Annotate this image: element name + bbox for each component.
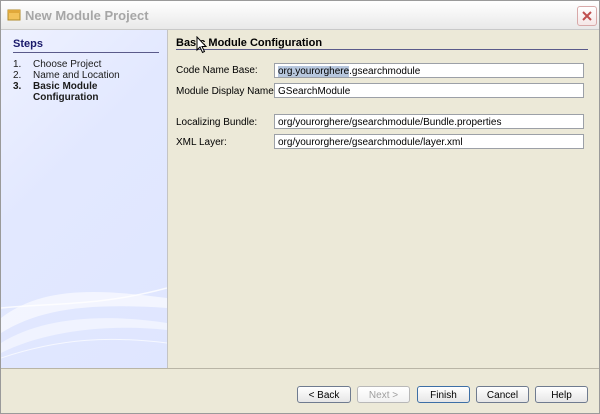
module-display-name-input[interactable]: GSearchModule: [274, 83, 584, 98]
localizing-bundle-input[interactable]: org/yourorghere/gsearchmodule/Bundle.pro…: [274, 114, 584, 129]
content-panel: Basic Module Configuration Code Name Bas…: [168, 30, 599, 368]
finish-button[interactable]: Finish: [417, 386, 470, 403]
code-name-base-label: Code Name Base:: [176, 65, 258, 76]
help-button[interactable]: Help: [535, 386, 588, 403]
mouse-pointer-icon: [196, 36, 208, 54]
steps-pane: Steps 1. Choose Project 2. Name and Locati…: [1, 30, 168, 368]
decorative-swoosh-graphic: [1, 287, 167, 359]
step-item-basic-config-line2: Configuration: [33, 92, 99, 103]
title-bar[interactable]: New Module Project: [1, 1, 599, 30]
localizing-bundle-label: Localizing Bundle:: [176, 117, 258, 128]
panel-divider: [176, 49, 588, 50]
step-item-basic-config: 3. Basic Module: [13, 81, 98, 92]
step-item-name-location: 2. Name and Location: [13, 70, 120, 81]
close-button[interactable]: [577, 6, 597, 26]
app-icon: [7, 9, 21, 21]
back-button[interactable]: < Back: [297, 386, 351, 403]
cancel-button[interactable]: Cancel: [476, 386, 529, 403]
next-button[interactable]: Next >: [357, 386, 410, 403]
step-item-choose-project: 1. Choose Project: [13, 59, 102, 70]
window-title: New Module Project: [25, 8, 149, 23]
code-name-base-input[interactable]: org.yourorghere.gsearchmodule: [274, 63, 584, 78]
steps-divider: [13, 52, 159, 53]
xml-layer-label: XML Layer:: [176, 137, 227, 148]
xml-layer-input[interactable]: org/yourorghere/gsearchmodule/layer.xml: [274, 134, 584, 149]
module-display-name-label: Module Display Name:: [176, 86, 277, 97]
steps-title: Steps: [13, 38, 43, 50]
dialog-window: New Module Project Steps 1. Choose Projec…: [0, 0, 600, 414]
close-icon: [582, 11, 592, 21]
button-bar: < Back Next > Finish Cancel Help: [1, 369, 599, 413]
